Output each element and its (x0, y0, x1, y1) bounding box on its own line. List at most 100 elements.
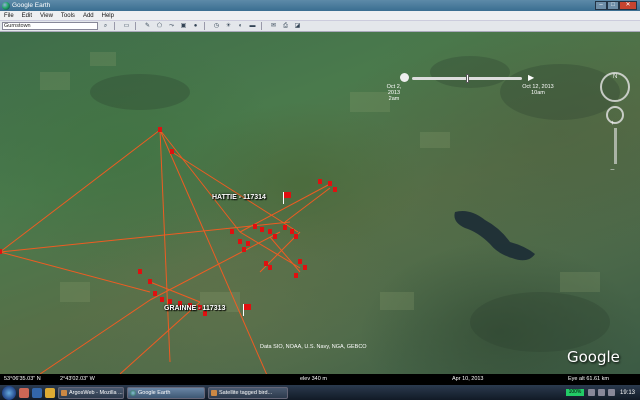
end-time: 10am (531, 90, 545, 96)
location-marker[interactable] (264, 261, 268, 266)
location-marker[interactable] (148, 279, 152, 284)
location-marker[interactable] (298, 259, 302, 264)
location-marker[interactable] (268, 265, 272, 270)
latitude: 53°06'35.03" N (4, 376, 41, 382)
window-title: Google Earth (12, 2, 51, 9)
track-segment (159, 129, 268, 374)
task-google-earth[interactable]: Google Earth (127, 386, 205, 399)
email-icon[interactable]: ✉ (269, 22, 278, 30)
location-marker[interactable] (283, 225, 287, 230)
location-marker[interactable] (268, 229, 272, 234)
historical-imagery-icon[interactable]: ◷ (212, 22, 221, 30)
location-marker[interactable] (333, 187, 337, 192)
path-icon[interactable]: ⤳ (167, 22, 176, 30)
location-marker[interactable] (238, 239, 242, 244)
track-segment (0, 129, 161, 253)
toolbar-divider (135, 22, 136, 30)
placemark-icon[interactable]: ✎ (143, 22, 152, 30)
zoom-slider[interactable]: + – (611, 120, 617, 173)
location-marker[interactable] (0, 249, 2, 254)
pan-joystick-icon[interactable] (606, 106, 624, 124)
forward-arrow-icon[interactable]: ▶ (528, 73, 534, 82)
location-marker[interactable] (138, 269, 142, 274)
menu-edit[interactable]: Edit (18, 13, 36, 19)
folder-icon[interactable] (45, 387, 55, 398)
overlay-icon[interactable]: ▣ (179, 22, 188, 30)
minimize-button[interactable]: – (595, 1, 607, 10)
location-marker[interactable] (160, 297, 164, 302)
location-marker[interactable] (294, 234, 298, 239)
menu-view[interactable]: View (36, 13, 57, 19)
toolbar-divider (204, 22, 205, 30)
location-marker[interactable] (290, 229, 294, 234)
location-marker[interactable] (153, 291, 157, 296)
play-icon[interactable] (400, 73, 409, 82)
flag-icon[interactable] (242, 304, 252, 316)
network-icon[interactable] (587, 389, 595, 396)
google-logo: Google (567, 348, 620, 366)
menu-help[interactable]: Help (98, 13, 118, 19)
bird-label-hattie[interactable]: HATTIE - 117314 (212, 194, 266, 201)
task-satellite-tagged[interactable]: Satellite tagged bird... (208, 386, 288, 399)
maximize-button[interactable]: □ (607, 1, 619, 10)
search-icon[interactable]: ⌕ (101, 22, 110, 30)
flag-icon[interactable] (282, 192, 292, 204)
tour-icon[interactable]: ● (191, 22, 200, 30)
time-slider-thumb[interactable] (466, 74, 469, 83)
toolbar-divider (261, 22, 262, 30)
location-marker[interactable] (168, 299, 172, 304)
time-slider[interactable]: ▶ Oct 2, 2013 2am Oct 12, 2013 10am (382, 70, 562, 102)
volume-icon[interactable] (597, 389, 605, 396)
clock[interactable]: 19:13 (620, 390, 635, 396)
bird-label-grainne[interactable]: GRAINNE - 117313 (164, 305, 225, 312)
start-time: 2am (388, 96, 400, 102)
location-marker[interactable] (242, 247, 246, 252)
toolbar: Gurnstown ⌕ ▭ ✎ ⬠ ⤳ ▣ ● ◷ ☀ ◐ ▬ ✉ ⎙ ◪ (0, 21, 640, 32)
zoom-out-icon[interactable]: – (611, 166, 615, 173)
sunlight-icon[interactable]: ☀ (224, 22, 233, 30)
longitude: 2°43'02.03" W (60, 376, 95, 382)
location-marker[interactable] (303, 265, 307, 270)
sidebar-toggle-icon[interactable]: ▭ (122, 22, 131, 30)
flag-tray-icon[interactable] (607, 389, 615, 396)
track-segment (269, 236, 301, 273)
time-slider-end: Oct 12, 2013 10am (520, 84, 556, 96)
location-marker[interactable] (253, 224, 257, 229)
location-marker[interactable] (260, 227, 264, 232)
compass-icon[interactable]: N (600, 72, 630, 102)
close-button[interactable]: ✕ (619, 1, 637, 10)
task-argosweb[interactable]: ArgosWeb - Mozilla ... (58, 386, 124, 399)
track-segment (171, 151, 299, 233)
ie-icon[interactable] (32, 387, 42, 398)
track-segment (119, 301, 201, 374)
system-tray: 100% 19:13 (565, 385, 640, 400)
location-marker[interactable] (318, 179, 322, 184)
location-marker[interactable] (246, 241, 250, 246)
location-marker[interactable] (294, 273, 298, 278)
menu-add[interactable]: Add (79, 13, 98, 19)
maps-icon[interactable]: ◪ (293, 22, 302, 30)
elevation: elev 340 m (300, 376, 327, 382)
location-marker[interactable] (328, 181, 332, 186)
menu-file[interactable]: File (0, 13, 18, 19)
search-input[interactable]: Gurnstown (2, 22, 98, 30)
eye-altitude: Eye alt 61.61 km (568, 376, 609, 382)
map-viewport[interactable]: ▶ Oct 2, 2013 2am Oct 12, 2013 10am N + … (0, 32, 640, 374)
zoom-in-icon[interactable]: + (611, 120, 615, 127)
battery-indicator[interactable]: 100% (565, 389, 584, 396)
print-icon[interactable]: ⎙ (281, 22, 290, 30)
menu-tools[interactable]: Tools (57, 13, 79, 19)
track-segment (39, 299, 151, 374)
firefox-icon[interactable] (19, 387, 29, 398)
location-marker[interactable] (170, 149, 174, 154)
location-marker[interactable] (158, 127, 162, 132)
imagery-attribution: Data SIO, NOAA, U.S. Navy, NGA, GEBCO (260, 344, 367, 350)
ruler-icon[interactable]: ▬ (248, 22, 257, 30)
navigation-controls[interactable]: N + – (598, 72, 632, 173)
planets-icon[interactable]: ◐ (236, 22, 245, 30)
location-marker[interactable] (273, 234, 277, 239)
windows-start-icon[interactable] (2, 385, 16, 400)
polygon-icon[interactable]: ⬠ (155, 22, 164, 30)
location-marker[interactable] (230, 229, 234, 234)
track-segment (149, 281, 201, 303)
